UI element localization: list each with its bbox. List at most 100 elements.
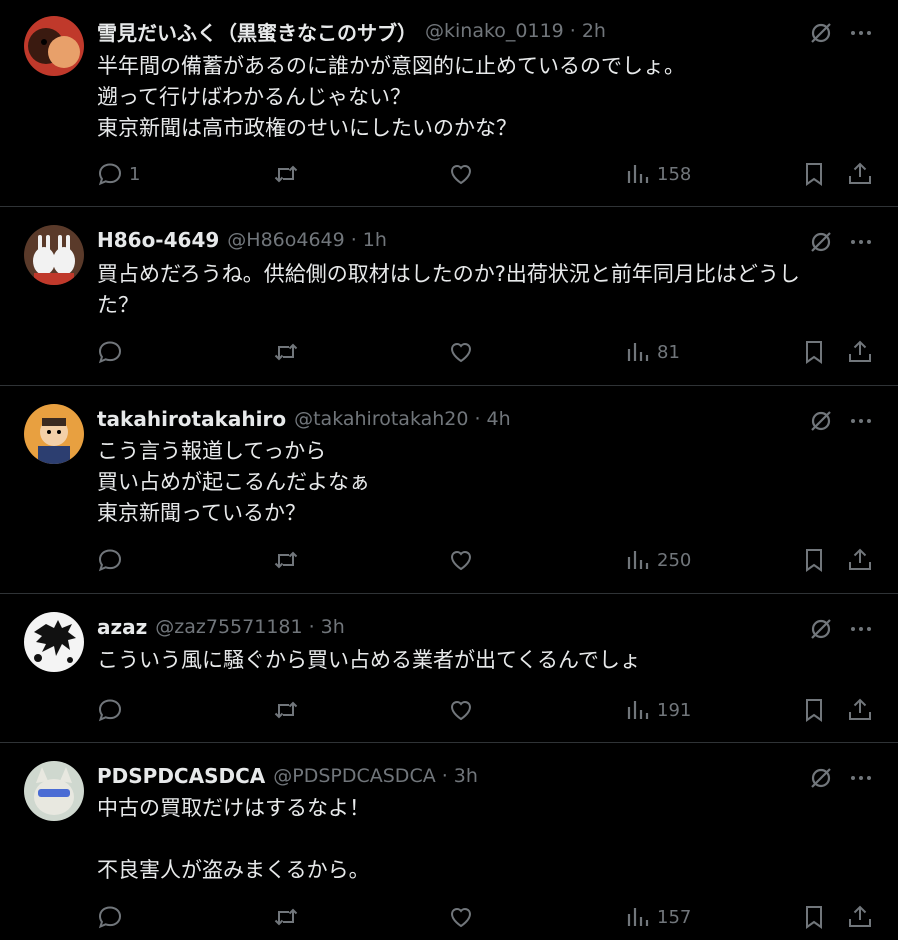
grok-icon[interactable] — [808, 616, 834, 642]
timestamp[interactable]: 3h — [321, 616, 345, 638]
views-button[interactable]: 191 — [625, 695, 691, 725]
retweet-icon — [274, 701, 298, 719]
timestamp[interactable]: 3h — [454, 765, 478, 787]
heart-icon — [450, 165, 472, 185]
display-name[interactable]: 雪見だいふく（黒蜜きなこのサブ） — [97, 17, 417, 46]
tweet-text-line: 東京新聞は高市政権のせいにしたいのかな？ — [97, 116, 517, 140]
retweet-icon — [274, 165, 298, 183]
like-button[interactable] — [448, 695, 474, 725]
view-count: 191 — [657, 699, 692, 721]
tweet-text: 中古の買取だけはするなよ！ 不良害人が盗みまくるから。 — [97, 793, 878, 886]
tweet[interactable]: takahirotakahiro @takahirotakah20 · 4h こ… — [0, 386, 898, 594]
display-name[interactable]: takahirotakahiro — [97, 407, 286, 431]
avatar[interactable] — [24, 16, 84, 76]
bookmark-button[interactable] — [801, 545, 827, 575]
like-button[interactable] — [448, 902, 474, 932]
views-button[interactable]: 250 — [625, 545, 691, 575]
share-button[interactable] — [847, 695, 873, 725]
more-icon[interactable] — [848, 229, 874, 255]
grok-icon[interactable] — [808, 408, 834, 434]
like-button[interactable] — [448, 159, 474, 189]
bookmark-icon — [806, 906, 822, 929]
retweet-button[interactable] — [273, 902, 299, 932]
user-handle[interactable]: @takahirotakah20 — [294, 408, 468, 430]
views-chart-icon — [627, 701, 649, 719]
tweet-text-line: こういう風に騒ぐから買い占める業者が出てくるんでしょ — [97, 648, 641, 672]
user-handle[interactable]: @kinako_0119 — [425, 20, 564, 42]
separator-dot: · — [350, 229, 357, 251]
share-button[interactable] — [847, 159, 873, 189]
separator-dot: · — [569, 20, 576, 42]
bookmark-button[interactable] — [801, 337, 827, 367]
retweet-button[interactable] — [273, 337, 299, 367]
views-button[interactable]: 158 — [625, 159, 691, 189]
tweet-text-line: 遡って行けばわかるんじゃない？ — [97, 85, 411, 109]
display-name[interactable]: azaz — [97, 615, 147, 639]
avatar[interactable] — [24, 404, 84, 464]
tweet-header: H86o-4649 @H86o4649 · 1h — [97, 225, 768, 255]
bookmark-button[interactable] — [801, 159, 827, 189]
display-name[interactable]: H86o-4649 — [97, 228, 219, 252]
avatar[interactable] — [24, 225, 84, 285]
retweet-button[interactable] — [273, 159, 299, 189]
reply-button[interactable]: 1 — [97, 159, 140, 189]
reply-count: 1 — [129, 163, 141, 185]
reply-icon — [98, 699, 122, 722]
views-button[interactable]: 81 — [625, 337, 680, 367]
tweet[interactable]: azaz @zaz75571181 · 3h こういう風に騒ぐから買い占める業者… — [0, 594, 898, 743]
tweet[interactable]: PDSPDCASDCA @PDSPDCASDCA · 3h 中古の買取だけはする… — [0, 743, 898, 940]
share-button[interactable] — [847, 337, 873, 367]
display-name[interactable]: PDSPDCASDCA — [97, 764, 265, 788]
timestamp[interactable]: 2h — [582, 20, 606, 42]
retweet-button[interactable] — [273, 695, 299, 725]
more-icon[interactable] — [848, 765, 874, 791]
tweet-text-line: 半年間の備蓄があるのに誰かが意図的に止めているのでしょ。 — [97, 54, 685, 78]
more-icon[interactable] — [848, 20, 874, 46]
views-chart-icon — [627, 551, 649, 569]
reply-button[interactable] — [97, 902, 129, 932]
share-icon — [849, 905, 871, 927]
like-button[interactable] — [448, 545, 474, 575]
action-bar: 250 — [0, 545, 898, 575]
user-handle[interactable]: @PDSPDCASDCA — [273, 765, 435, 787]
grok-icon[interactable] — [808, 20, 834, 46]
tweet-text-line: 買占めだろうね。供給側の取材はしたのか?出荷状況と前年同月比はどうし — [97, 262, 800, 286]
avatar[interactable] — [24, 612, 84, 672]
views-button[interactable]: 157 — [625, 902, 691, 932]
action-bar: 191 — [0, 695, 898, 725]
view-count: 158 — [657, 163, 692, 185]
grok-icon[interactable] — [808, 765, 834, 791]
tweet-text: 半年間の備蓄があるのに誰かが意図的に止めているのでしょ。 遡って行けばわかるんじ… — [97, 51, 878, 144]
bookmark-button[interactable] — [801, 902, 827, 932]
reply-icon — [98, 549, 122, 572]
avatar[interactable] — [24, 761, 84, 821]
timestamp[interactable]: 1h — [363, 229, 387, 251]
tweet[interactable]: 雪見だいふく（黒蜜きなこのサブ） @kinako_0119 · 2h 半年間の備… — [0, 0, 898, 207]
user-handle[interactable]: @H86o4649 — [227, 229, 344, 251]
tweet[interactable]: H86o-4649 @H86o4649 · 1h 買占めだろうね。供給側の取材は… — [0, 207, 898, 386]
timestamp[interactable]: 4h — [487, 408, 511, 430]
action-bar: 157 — [0, 902, 898, 932]
like-button[interactable] — [448, 337, 474, 367]
views-chart-icon — [627, 908, 649, 926]
retweet-icon — [274, 343, 298, 361]
reply-button[interactable] — [97, 337, 129, 367]
bookmark-button[interactable] — [801, 695, 827, 725]
heart-icon — [450, 908, 472, 928]
action-bar: 81 — [0, 337, 898, 367]
share-button[interactable] — [847, 545, 873, 575]
reply-button[interactable] — [97, 545, 129, 575]
more-icon[interactable] — [848, 408, 874, 434]
bookmark-icon — [806, 341, 822, 364]
retweet-button[interactable] — [273, 545, 299, 575]
tweet-header: azaz @zaz75571181 · 3h — [97, 612, 768, 642]
grok-icon[interactable] — [808, 229, 834, 255]
view-count: 157 — [657, 906, 692, 928]
share-icon — [849, 548, 871, 570]
reply-button[interactable] — [97, 695, 129, 725]
share-button[interactable] — [847, 902, 873, 932]
more-icon[interactable] — [848, 616, 874, 642]
user-handle[interactable]: @zaz75571181 — [155, 616, 302, 638]
tweet-header: takahirotakahiro @takahirotakah20 · 4h — [97, 404, 768, 434]
tweet-text-line: こう言う報道してっから — [97, 439, 327, 463]
